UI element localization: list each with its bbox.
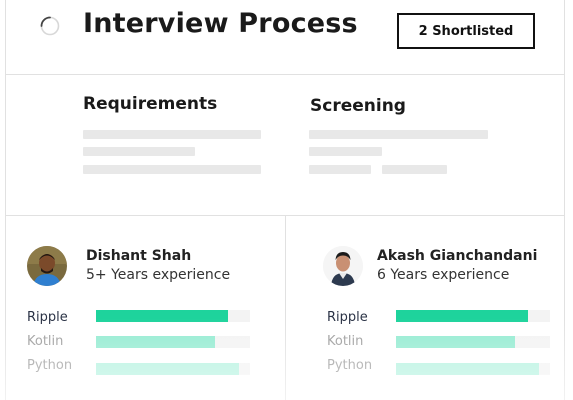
requirements-placeholder-line <box>83 147 195 156</box>
skill-bar-fill <box>96 310 229 322</box>
skill-bar-fill <box>96 363 240 375</box>
skill-bar-ripple <box>396 310 550 322</box>
candidate-experience: 6 Years experience <box>377 267 510 283</box>
skill-bar-ripple <box>96 310 250 322</box>
frame-right-border <box>564 0 565 400</box>
skill-bar-fill <box>96 336 215 348</box>
requirements-heading: Requirements <box>83 94 218 114</box>
skill-bar-kotlin <box>96 336 250 348</box>
screening-heading: Screening <box>310 96 406 116</box>
skill-bar-kotlin <box>396 336 550 348</box>
candidate-experience: 5+ Years experience <box>86 267 231 283</box>
skill-bar-python <box>96 363 250 375</box>
skill-label-kotlin: Kotlin <box>27 334 64 349</box>
skill-label-ripple: Ripple <box>27 310 68 325</box>
skill-label-kotlin: Kotlin <box>327 334 364 349</box>
bottom-fade-overlay <box>0 318 573 400</box>
skill-bar-fill <box>396 363 540 375</box>
loading-spinner-icon <box>40 16 60 36</box>
skill-bar-fill <box>396 336 515 348</box>
skill-bar-python <box>396 363 550 375</box>
screening-placeholder-line <box>309 147 382 156</box>
page-title: Interview Process <box>83 8 358 39</box>
header-divider <box>5 74 565 75</box>
avatar[interactable] <box>27 246 67 286</box>
shortlisted-button[interactable]: 2 Shortlisted <box>397 13 535 49</box>
avatar[interactable] <box>323 246 363 286</box>
requirements-placeholder-line <box>83 130 261 139</box>
skill-label-python: Python <box>27 358 73 373</box>
candidates-divider <box>285 215 286 400</box>
screening-placeholder-line <box>309 130 488 139</box>
frame-left-border <box>5 0 6 400</box>
candidate-name[interactable]: Akash Gianchandani <box>377 247 537 265</box>
skill-label-ripple: Ripple <box>327 310 368 325</box>
skill-label-python: Python <box>327 358 373 373</box>
requirements-placeholder-line <box>83 165 261 174</box>
candidate-name[interactable]: Dishant Shah <box>86 247 191 265</box>
skill-bar-fill <box>396 310 529 322</box>
interview-process-card: Interview Process 2 Shortlisted Requirem… <box>0 0 573 400</box>
screening-placeholder-line <box>309 165 371 174</box>
screening-placeholder-line <box>382 165 447 174</box>
